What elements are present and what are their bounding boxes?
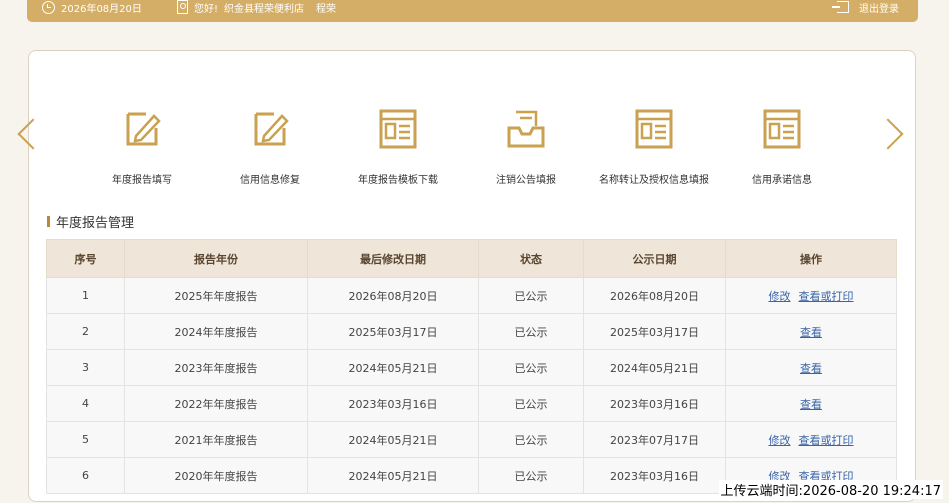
logout-label: 退出登录: [859, 3, 899, 15]
section-title: 年度报告管理: [47, 212, 134, 231]
cell-status: 已公示: [478, 421, 584, 458]
cell-modified: 2025年03月17日: [307, 313, 479, 350]
table-row: 2 2024年年度报告 2025年03月17日 已公示 2025年03月17日 …: [46, 313, 897, 350]
quick-action-label: 注销公告填报: [496, 175, 556, 186]
date-display: 2026年08月20日: [42, 0, 142, 18]
table-header-row: 序号 报告年份 最后修改日期 状态 公示日期 操作: [46, 239, 897, 278]
date-text: 2026年08月20日: [61, 3, 142, 15]
cell-modified: 2024年05月21日: [307, 349, 479, 386]
cell-status: 已公示: [478, 385, 584, 422]
edit-link[interactable]: 修改: [769, 290, 791, 303]
cell-status: 已公示: [478, 457, 584, 494]
cell-published: 2025年03月17日: [583, 313, 726, 350]
col-header-status: 状态: [478, 239, 584, 278]
cell-modified: 2024年05月21日: [307, 457, 479, 494]
table-row: 4 2022年年度报告 2023年03月16日 已公示 2023年03月16日 …: [46, 385, 897, 422]
cell-year: 2024年年度报告: [124, 313, 308, 350]
form-template-icon: [635, 109, 673, 149]
quick-action-label: 年度报告模板下载: [358, 175, 438, 186]
view-link[interactable]: 查看: [800, 362, 822, 375]
cell-actions: 查看: [725, 349, 897, 386]
edit-document-icon: [254, 112, 289, 146]
annual-report-table: 序号 报告年份 最后修改日期 状态 公示日期 操作 1 2025年年度报告 20…: [46, 239, 897, 494]
cell-year: 2020年年度报告: [124, 457, 308, 494]
col-header-modified: 最后修改日期: [307, 239, 479, 278]
cell-no: 6: [46, 457, 125, 494]
cell-actions: 查看: [725, 313, 897, 350]
quick-action-annual-report-fill[interactable]: 年度报告填写: [77, 108, 207, 186]
quick-action-label: 信用承诺信息: [752, 175, 812, 186]
col-header-actions: 操作: [725, 239, 897, 278]
col-header-no: 序号: [46, 239, 125, 278]
store-name: 织金县程荣便利店: [224, 3, 305, 15]
user-name: 程荣: [316, 3, 337, 15]
form-template-icon: [763, 109, 801, 149]
section-title-text: 年度报告管理: [56, 216, 135, 231]
inbox-tray-icon: [507, 110, 545, 148]
cell-status: 已公示: [478, 349, 584, 386]
logout-button[interactable]: 退出登录: [832, 0, 899, 18]
form-template-icon: [379, 109, 417, 149]
cell-published: 2023年03月16日: [583, 385, 726, 422]
upload-timestamp: 上传云端时间:2026-08-20 19:24:17: [718, 480, 943, 499]
cell-status: 已公示: [478, 313, 584, 350]
cell-published: 2023年07月17日: [583, 421, 726, 458]
cell-modified: 2026年08月20日: [307, 277, 479, 314]
greeting-text: 您好!: [194, 3, 219, 15]
cell-year: 2022年年度报告: [124, 385, 308, 422]
quick-action-cancellation-notice[interactable]: 注销公告填报: [461, 108, 591, 186]
user-card-icon: [177, 0, 188, 14]
view-link[interactable]: 查看: [800, 326, 822, 339]
edit-link[interactable]: 修改: [769, 434, 791, 447]
view-print-link[interactable]: 查看或打印: [799, 434, 854, 447]
quick-action-label: 名称转让及授权信息填报: [599, 175, 709, 186]
cell-no: 5: [46, 421, 125, 458]
table-row: 3 2023年年度报告 2024年05月21日 已公示 2024年05月21日 …: [46, 349, 897, 386]
cell-status: 已公示: [478, 277, 584, 314]
cell-actions: 查看: [725, 385, 897, 422]
quick-action-label: 信用信息修复: [240, 175, 300, 186]
view-link[interactable]: 查看: [800, 398, 822, 411]
top-bar: 2026年08月20日 您好! 织金县程荣便利店 程荣 退出登录: [27, 0, 918, 22]
cell-published: 2024年05月21日: [583, 349, 726, 386]
quick-action-template-download[interactable]: 年度报告模板下载: [333, 108, 463, 186]
col-header-published: 公示日期: [583, 239, 726, 278]
cell-year: 2021年年度报告: [124, 421, 308, 458]
cell-no: 4: [46, 385, 125, 422]
cell-no: 1: [46, 277, 125, 314]
edit-document-icon: [126, 112, 161, 146]
cell-year: 2023年年度报告: [124, 349, 308, 386]
quick-action-credit-repair[interactable]: 信用信息修复: [205, 108, 335, 186]
clock-icon: [42, 0, 55, 14]
cell-actions: 修改 查看或打印: [725, 277, 897, 314]
quick-action-credit-commitment[interactable]: 信用承诺信息: [717, 108, 847, 186]
cell-no: 2: [46, 313, 125, 350]
col-header-year: 报告年份: [124, 239, 308, 278]
table-row: 1 2025年年度报告 2026年08月20日 已公示 2026年08月20日 …: [46, 277, 897, 314]
user-greeting: 您好! 织金县程荣便利店 程荣: [177, 0, 336, 18]
cell-actions: 修改 查看或打印: [725, 421, 897, 458]
cell-no: 3: [46, 349, 125, 386]
section-marker: [47, 216, 50, 227]
cell-year: 2025年年度报告: [124, 277, 308, 314]
cell-modified: 2023年03月16日: [307, 385, 479, 422]
cell-published: 2026年08月20日: [583, 277, 726, 314]
quick-action-name-transfer[interactable]: 名称转让及授权信息填报: [589, 108, 719, 186]
quick-action-label: 年度报告填写: [112, 175, 172, 186]
table-row: 5 2021年年度报告 2024年05月21日 已公示 2023年07月17日 …: [46, 421, 897, 458]
cell-modified: 2024年05月21日: [307, 421, 479, 458]
logout-icon: [832, 1, 849, 13]
cell-published: 2023年03月16日: [583, 457, 726, 494]
view-print-link[interactable]: 查看或打印: [799, 290, 854, 303]
